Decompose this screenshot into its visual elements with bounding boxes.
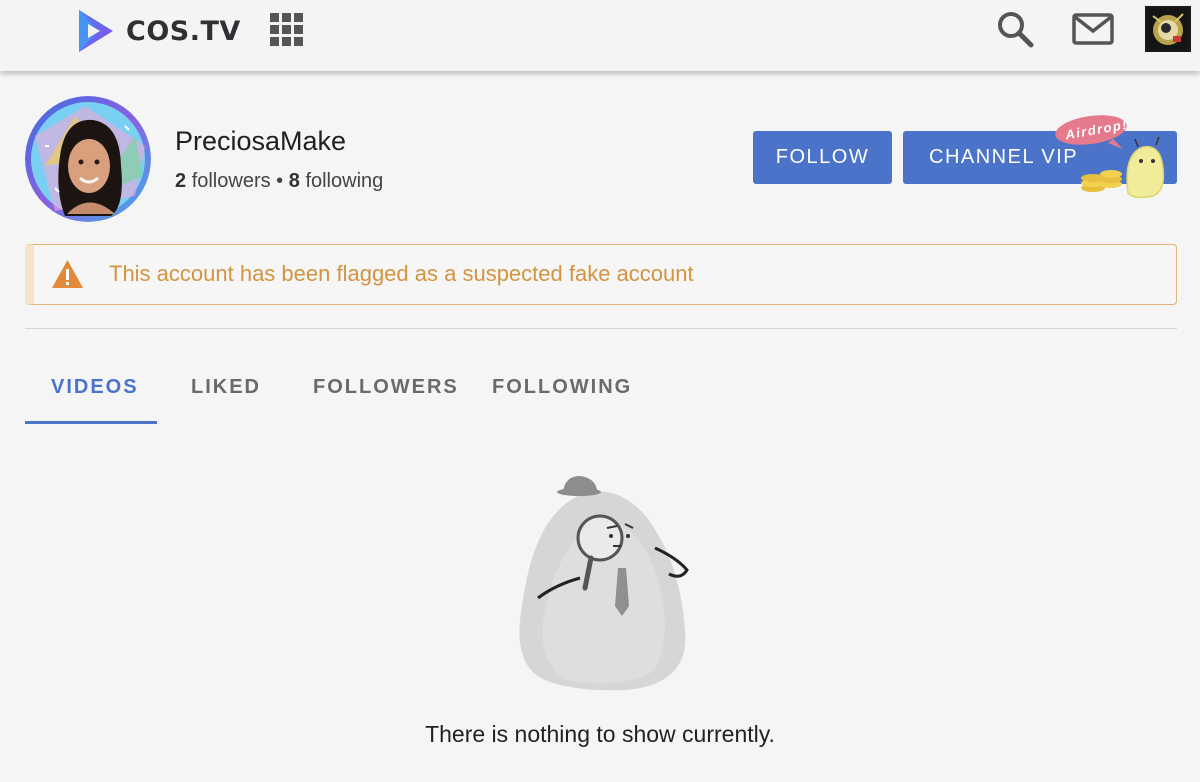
active-tab-indicator bbox=[25, 421, 157, 424]
airdrop-mascot-icon: Airdrop! bbox=[1055, 115, 1165, 199]
channel-avatar bbox=[25, 96, 151, 222]
channel-vip-button[interactable]: CHANNEL VIP Airdrop! bbox=[903, 115, 1177, 199]
user-avatar[interactable] bbox=[1145, 6, 1191, 52]
tab-followers[interactable]: FOLLOWERS bbox=[313, 376, 459, 399]
warning-text: This account has been flagged as a suspe… bbox=[109, 261, 694, 286]
tab-videos[interactable]: VIDEOS bbox=[51, 376, 139, 399]
following-count: 8 bbox=[288, 170, 300, 192]
section-divider bbox=[25, 328, 1177, 329]
stats-separator: • bbox=[276, 170, 284, 192]
follow-button[interactable]: FOLLOW bbox=[753, 131, 892, 184]
followers-label: followers bbox=[191, 170, 271, 192]
brand-name: COS.TV bbox=[126, 15, 241, 47]
followers-count: 2 bbox=[175, 170, 187, 192]
fake-account-warning: This account has been flagged as a suspe… bbox=[25, 244, 1177, 305]
tab-liked[interactable]: LIKED bbox=[191, 376, 261, 399]
follow-stats: 2 followers • 8 following bbox=[175, 170, 383, 193]
play-logo-icon bbox=[79, 10, 113, 52]
warning-icon bbox=[52, 260, 83, 288]
top-navigation-bar: COS.TV bbox=[0, 0, 1200, 71]
search-icon[interactable] bbox=[996, 10, 1034, 48]
follow-button-label: FOLLOW bbox=[775, 146, 870, 168]
empty-state-message: There is nothing to show currently. bbox=[425, 721, 775, 747]
tab-following[interactable]: FOLLOWING bbox=[492, 376, 632, 399]
cos-tv-logo[interactable]: COS.TV bbox=[76, 8, 241, 54]
following-label: following bbox=[305, 170, 384, 192]
apps-grid-icon[interactable] bbox=[270, 13, 303, 46]
channel-name: PreciosaMake bbox=[175, 126, 347, 156]
detective-mascot-icon bbox=[519, 476, 689, 691]
avatar-image bbox=[1147, 8, 1189, 50]
channel-avatar-image bbox=[25, 96, 151, 222]
mail-icon[interactable] bbox=[1072, 12, 1114, 46]
